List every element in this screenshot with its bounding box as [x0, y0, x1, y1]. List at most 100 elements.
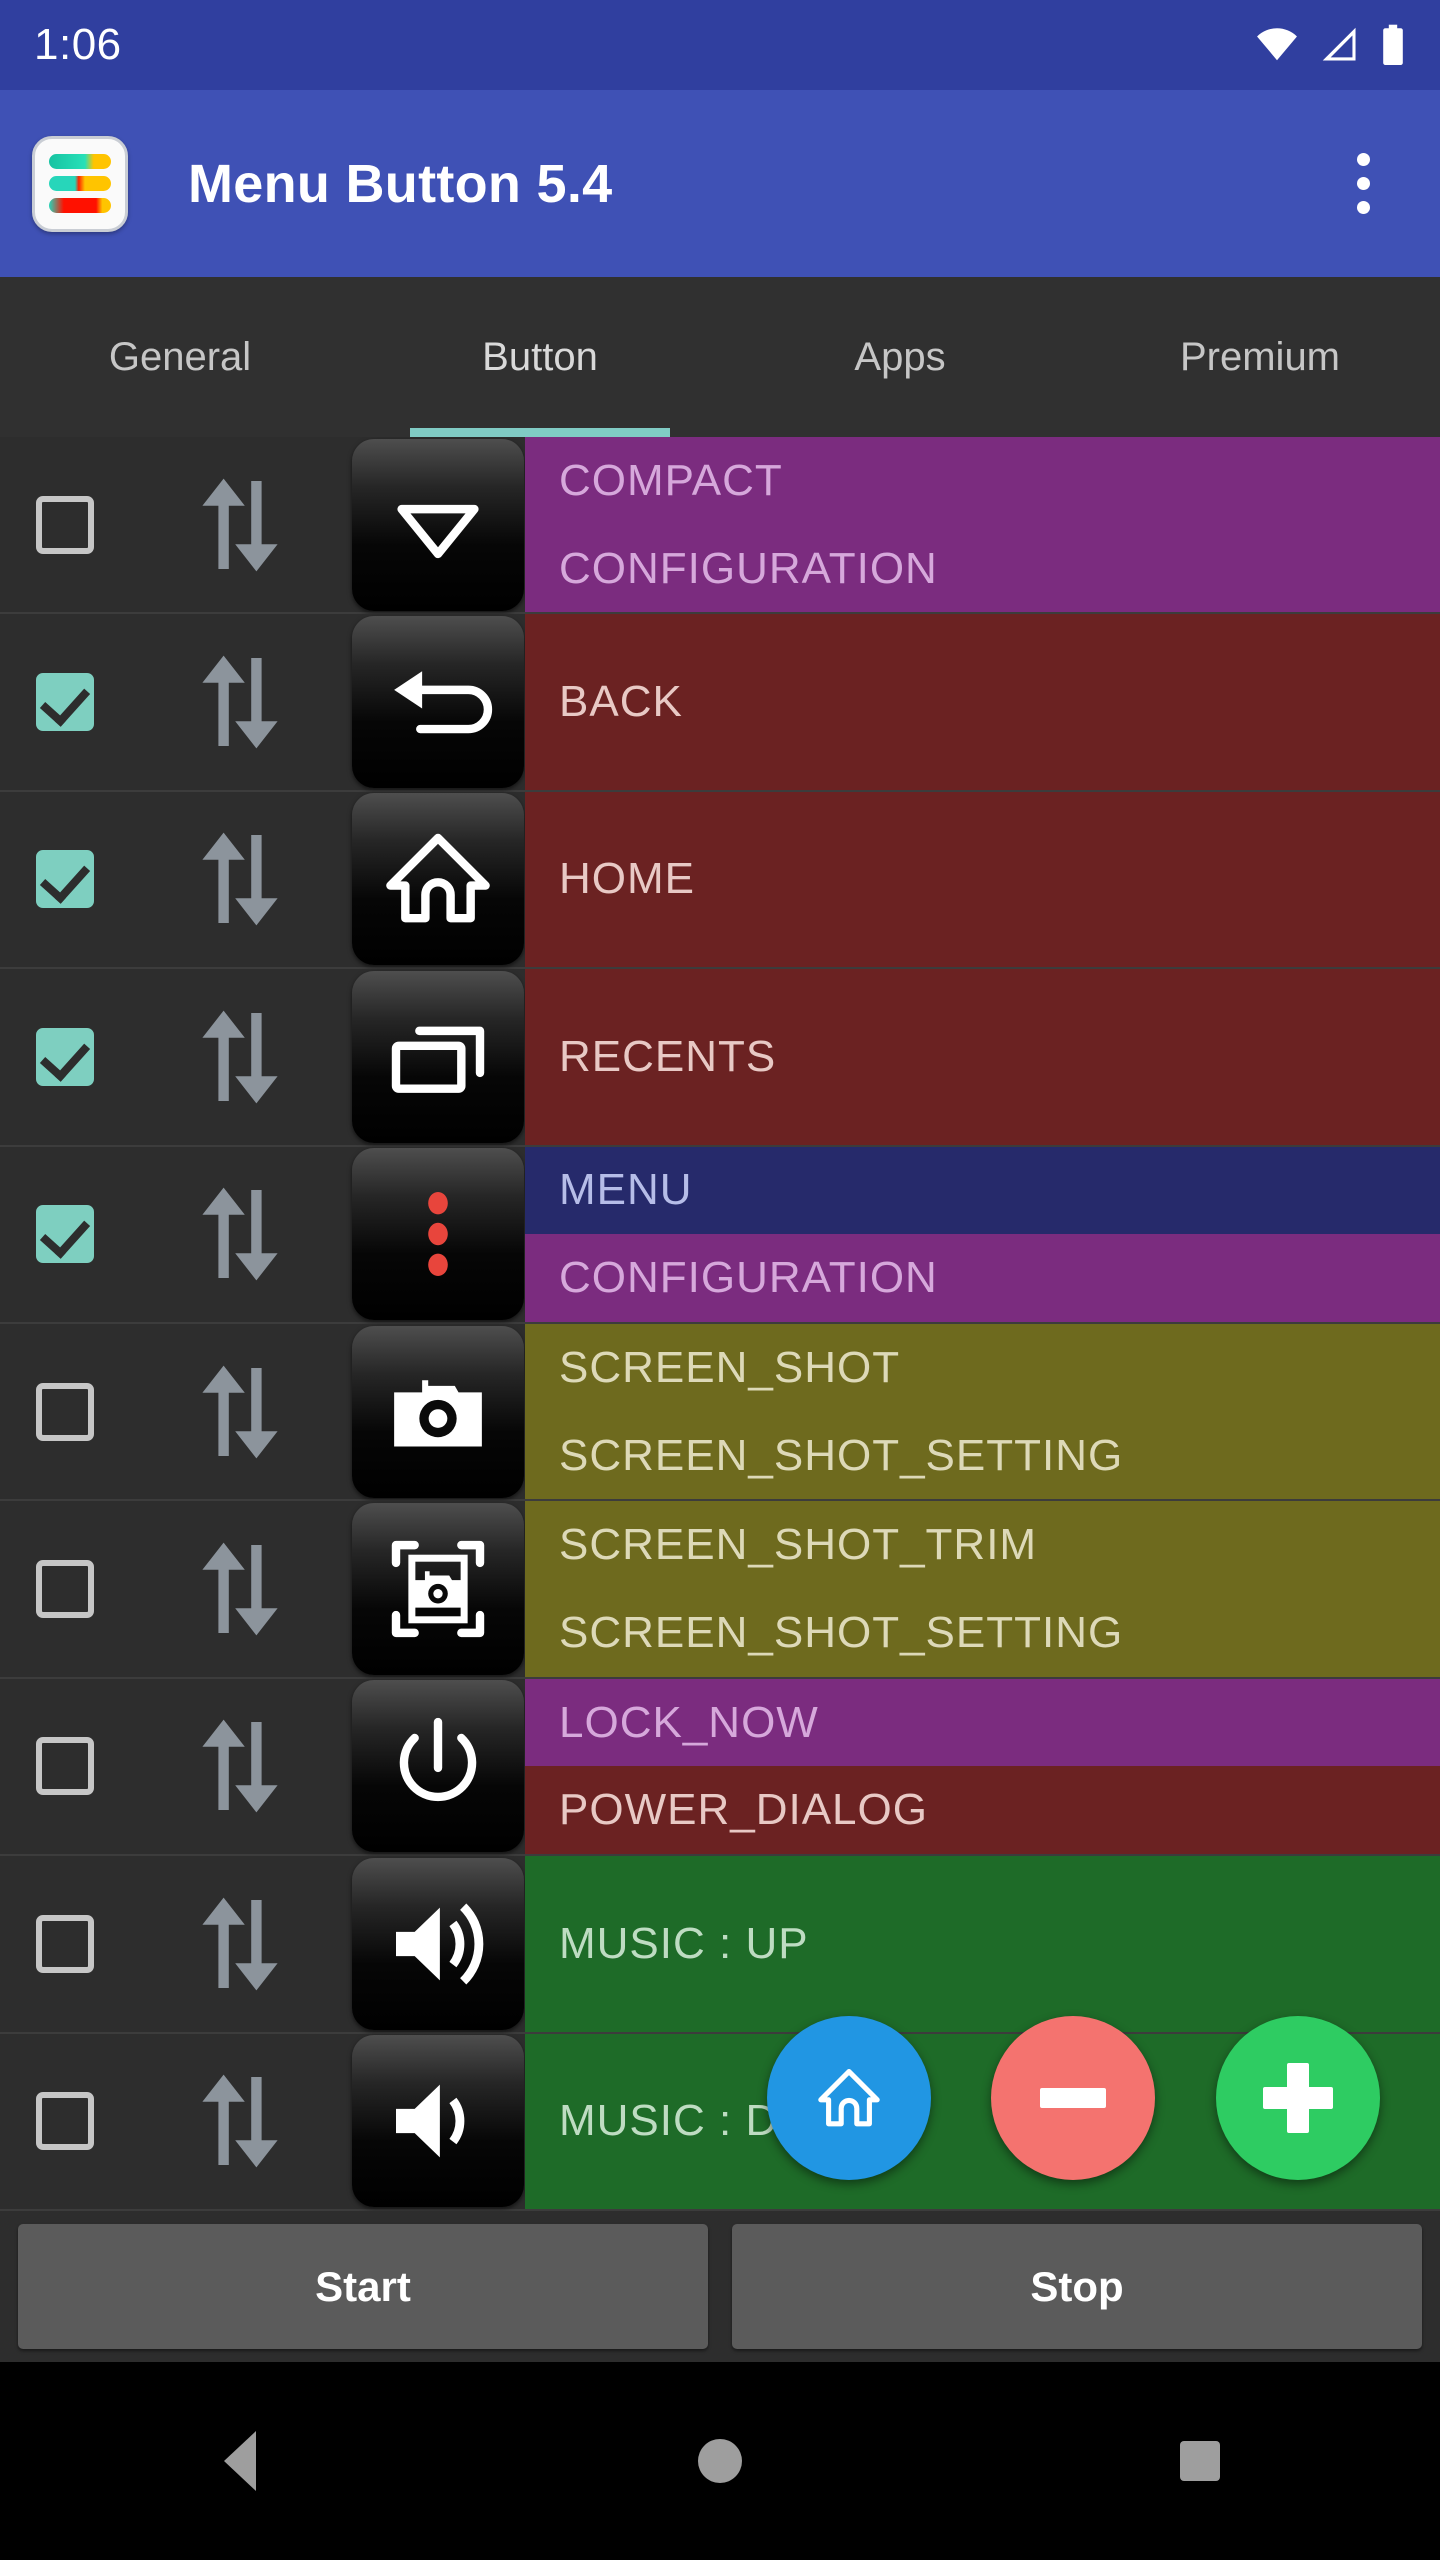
row-label-stack[interactable]: MUSIC : UP — [525, 1856, 1440, 2031]
checkbox-unchecked[interactable] — [36, 1737, 94, 1795]
row-drag-handle[interactable] — [130, 1892, 350, 1996]
row-checkbox-cell[interactable] — [0, 2092, 130, 2150]
row-drag-handle[interactable] — [130, 1182, 350, 1286]
table-row[interactable]: MENUCONFIGURATION — [0, 1147, 1440, 1324]
row-action-label[interactable]: HOME — [525, 792, 1440, 967]
row-action-label[interactable]: MUSIC : UP — [525, 1856, 1440, 2031]
row-action-label[interactable]: POWER_DIALOG — [525, 1766, 1440, 1854]
row-checkbox-cell[interactable] — [0, 1560, 130, 1618]
tab-general[interactable]: General — [0, 277, 360, 437]
row-label-stack[interactable]: COMPACTCONFIGURATION — [525, 437, 1440, 612]
sort-up-down-icon[interactable] — [192, 1005, 288, 1109]
table-row[interactable]: MUSIC : UP — [0, 1856, 1440, 2033]
tab-premium[interactable]: Premium — [1080, 277, 1440, 437]
row-drag-handle[interactable] — [130, 1360, 350, 1464]
row-icon-cell[interactable] — [350, 439, 525, 611]
row-icon-cell[interactable] — [350, 1858, 525, 2030]
table-row[interactable]: BACK — [0, 614, 1440, 791]
row-action-label[interactable]: SCREEN_SHOT_SETTING — [525, 1412, 1440, 1500]
row-icon-cell[interactable] — [350, 1326, 525, 1498]
stop-button[interactable]: Stop — [732, 2224, 1422, 2349]
row-icon-cell[interactable] — [350, 616, 525, 788]
home-fab-icon[interactable] — [767, 2016, 931, 2180]
row-drag-handle[interactable] — [130, 1005, 350, 1109]
row-action-label[interactable]: RECENTS — [525, 969, 1440, 1144]
checkbox-checked[interactable] — [36, 673, 94, 731]
sort-up-down-icon[interactable] — [192, 1892, 288, 1996]
row-icon-cell[interactable] — [350, 793, 525, 965]
overflow-menu-icon[interactable] — [1318, 139, 1408, 229]
tab-apps[interactable]: Apps — [720, 277, 1080, 437]
start-button[interactable]: Start — [18, 2224, 708, 2349]
sort-up-down-icon[interactable] — [192, 1537, 288, 1641]
recents-icon-button[interactable] — [352, 971, 524, 1143]
nav-home-icon[interactable] — [480, 2439, 960, 2483]
checkbox-unchecked[interactable] — [36, 1383, 94, 1441]
row-label-stack[interactable]: HOME — [525, 792, 1440, 967]
checkbox-checked[interactable] — [36, 1028, 94, 1086]
row-action-label[interactable]: SCREEN_SHOT_SETTING — [525, 1589, 1440, 1677]
row-checkbox-cell[interactable] — [0, 1737, 130, 1795]
home-icon-button[interactable] — [352, 793, 524, 965]
sort-up-down-icon[interactable] — [192, 473, 288, 577]
table-row[interactable]: SCREEN_SHOTSCREEN_SHOT_SETTING — [0, 1324, 1440, 1501]
table-row[interactable]: LOCK_NOWPOWER_DIALOG — [0, 1679, 1440, 1856]
table-row[interactable]: HOME — [0, 792, 1440, 969]
tab-button[interactable]: Button — [360, 277, 720, 437]
row-icon-cell[interactable] — [350, 1680, 525, 1852]
table-row[interactable]: RECENTS — [0, 969, 1440, 1146]
row-icon-cell[interactable] — [350, 1503, 525, 1675]
back-arrow-icon-button[interactable] — [352, 616, 524, 788]
row-icon-cell[interactable] — [350, 971, 525, 1143]
nav-back-icon[interactable] — [0, 2431, 480, 2491]
sort-up-down-icon[interactable] — [192, 1182, 288, 1286]
row-icon-cell[interactable] — [350, 1148, 525, 1320]
volume-up-icon-button[interactable] — [352, 1858, 524, 2030]
checkbox-unchecked[interactable] — [36, 1560, 94, 1618]
row-action-label[interactable]: CONFIGURATION — [525, 1234, 1440, 1322]
row-label-stack[interactable]: LOCK_NOWPOWER_DIALOG — [525, 1679, 1440, 1854]
row-drag-handle[interactable] — [130, 1537, 350, 1641]
row-checkbox-cell[interactable] — [0, 1383, 130, 1441]
camera-crop-icon-button[interactable] — [352, 1503, 524, 1675]
row-checkbox-cell[interactable] — [0, 1028, 130, 1086]
power-icon-button[interactable] — [352, 1680, 524, 1852]
row-action-label[interactable]: MENU — [525, 1147, 1440, 1235]
row-drag-handle[interactable] — [130, 473, 350, 577]
row-label-stack[interactable]: SCREEN_SHOTSCREEN_SHOT_SETTING — [525, 1324, 1440, 1499]
row-drag-handle[interactable] — [130, 2069, 350, 2173]
row-checkbox-cell[interactable] — [0, 850, 130, 908]
row-checkbox-cell[interactable] — [0, 673, 130, 731]
menu-dots-icon-button[interactable] — [352, 1148, 524, 1320]
row-label-stack[interactable]: MENUCONFIGURATION — [525, 1147, 1440, 1322]
checkbox-unchecked[interactable] — [36, 496, 94, 554]
triangle-down-icon-button[interactable] — [352, 439, 524, 611]
row-checkbox-cell[interactable] — [0, 496, 130, 554]
sort-up-down-icon[interactable] — [192, 2069, 288, 2173]
row-action-label[interactable]: LOCK_NOW — [525, 1679, 1440, 1767]
table-row[interactable]: COMPACTCONFIGURATION — [0, 437, 1440, 614]
sort-up-down-icon[interactable] — [192, 650, 288, 754]
row-action-label[interactable]: SCREEN_SHOT_TRIM — [525, 1501, 1440, 1589]
row-checkbox-cell[interactable] — [0, 1205, 130, 1263]
table-row[interactable]: SCREEN_SHOT_TRIMSCREEN_SHOT_SETTING — [0, 1501, 1440, 1678]
row-action-label[interactable]: COMPACT — [525, 437, 1440, 525]
row-action-label[interactable]: BACK — [525, 614, 1440, 789]
row-drag-handle[interactable] — [130, 650, 350, 754]
sort-up-down-icon[interactable] — [192, 827, 288, 931]
row-action-label[interactable]: SCREEN_SHOT — [525, 1324, 1440, 1412]
sort-up-down-icon[interactable] — [192, 1360, 288, 1464]
checkbox-unchecked[interactable] — [36, 1915, 94, 1973]
plus-fab-icon[interactable] — [1216, 2016, 1380, 2180]
row-action-label[interactable]: CONFIGURATION — [525, 525, 1440, 613]
row-label-stack[interactable]: RECENTS — [525, 969, 1440, 1144]
minus-fab-icon[interactable] — [991, 2016, 1155, 2180]
checkbox-checked[interactable] — [36, 850, 94, 908]
sort-up-down-icon[interactable] — [192, 1714, 288, 1818]
volume-down-icon-button[interactable] — [352, 2035, 524, 2207]
row-label-stack[interactable]: SCREEN_SHOT_TRIMSCREEN_SHOT_SETTING — [525, 1501, 1440, 1676]
row-checkbox-cell[interactable] — [0, 1915, 130, 1973]
button-action-list[interactable]: COMPACTCONFIGURATIONBACKHOMERECENTSMENUC… — [0, 437, 1440, 2211]
camera-icon-button[interactable] — [352, 1326, 524, 1498]
row-drag-handle[interactable] — [130, 1714, 350, 1818]
